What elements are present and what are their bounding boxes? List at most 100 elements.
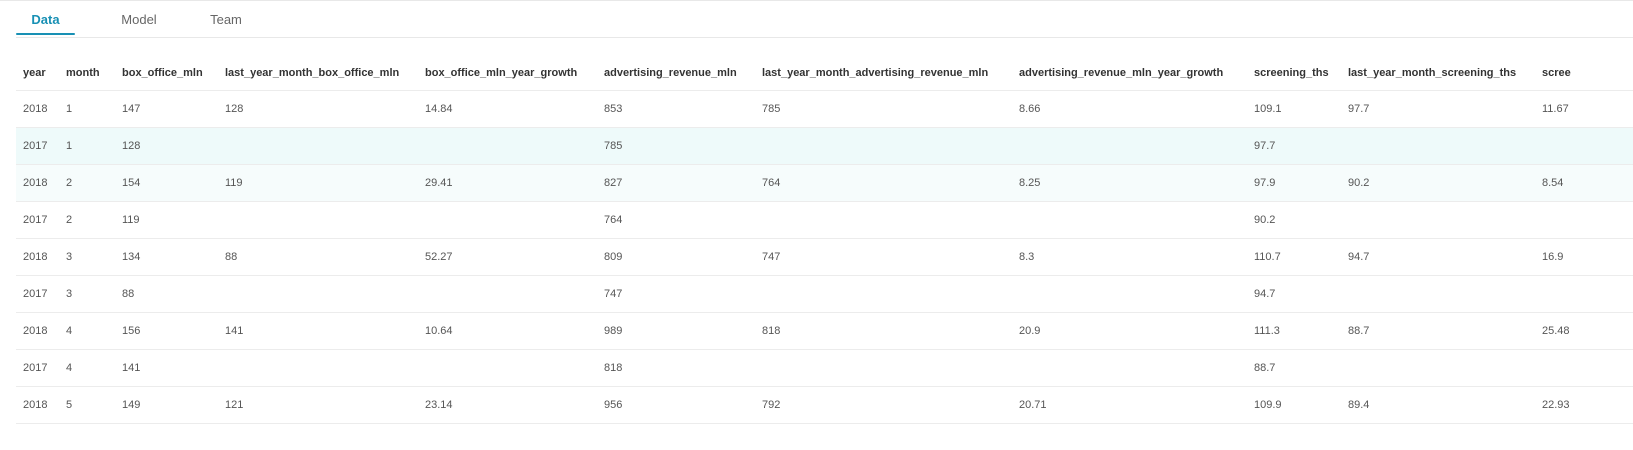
table-cell: 147 bbox=[115, 90, 218, 128]
table-cell: 956 bbox=[597, 386, 755, 424]
table-cell: 156 bbox=[115, 312, 218, 350]
table-cell: 792 bbox=[755, 386, 1012, 424]
table-cell: 128 bbox=[115, 127, 218, 165]
table-row[interactable]: 2018 5 149 121 23.14 956 792 20.71 109.9 89.4 22.9… bbox=[16, 386, 1633, 424]
table-cell bbox=[1012, 127, 1247, 165]
table-row[interactable]: 2018 1 147 128 14.84 853 785 8.66 109.1 97.7 11.67 bbox=[16, 90, 1633, 128]
column-header[interactable]: screening_ths bbox=[1247, 55, 1341, 91]
table-cell: 141 bbox=[218, 312, 418, 350]
table-cell: 764 bbox=[597, 201, 755, 239]
table-cell: 1 bbox=[59, 90, 115, 128]
column-header[interactable]: last_year_month_screening_ths bbox=[1341, 55, 1535, 91]
tab-team[interactable]: Team bbox=[201, 1, 251, 38]
table-row[interactable]: 2018 3 134 88 52.27 809 747 8.3 110.7 94.7 16.9 bbox=[16, 238, 1633, 276]
table-cell bbox=[1535, 275, 1633, 313]
table-header-row: year month box_office_mln last_year_mont… bbox=[16, 55, 1633, 91]
table-cell: 853 bbox=[597, 90, 755, 128]
table-cell: 111.3 bbox=[1247, 312, 1341, 350]
table-cell bbox=[1012, 349, 1247, 387]
table-cell: 8.54 bbox=[1535, 164, 1633, 202]
table-row[interactable]: 2017 2 119 764 90.2 bbox=[16, 201, 1633, 239]
tab-divider bbox=[16, 37, 1633, 38]
table-cell: 90.2 bbox=[1247, 201, 1341, 239]
column-header[interactable]: last_year_month_advertising_revenue_mln bbox=[755, 55, 1012, 91]
table-cell: 23.14 bbox=[418, 386, 597, 424]
table-cell: 89.4 bbox=[1341, 386, 1535, 424]
table-cell: 5 bbox=[59, 386, 115, 424]
table-cell: 747 bbox=[597, 275, 755, 313]
tab-model[interactable]: Model bbox=[107, 1, 171, 38]
table-cell bbox=[418, 201, 597, 239]
table-cell bbox=[1535, 127, 1633, 165]
table-cell: 818 bbox=[755, 312, 1012, 350]
table-cell bbox=[218, 127, 418, 165]
data-table: year month box_office_mln last_year_mont… bbox=[16, 55, 1633, 424]
column-header[interactable]: box_office_mln bbox=[115, 55, 218, 91]
table-cell: 827 bbox=[597, 164, 755, 202]
table-cell bbox=[218, 201, 418, 239]
column-header[interactable]: advertising_revenue_mln_year_growth bbox=[1012, 55, 1247, 91]
column-header[interactable]: year bbox=[16, 55, 59, 91]
column-header[interactable]: month bbox=[59, 55, 115, 91]
table-cell bbox=[1341, 201, 1535, 239]
table-cell: 785 bbox=[755, 90, 1012, 128]
table-row[interactable]: 2017 1 128 785 97.7 bbox=[16, 127, 1633, 165]
tab-data-label: Data bbox=[31, 12, 60, 27]
table-cell: 4 bbox=[59, 312, 115, 350]
table-cell: 10.64 bbox=[418, 312, 597, 350]
tab-data[interactable]: Data bbox=[16, 1, 75, 38]
table-cell: 818 bbox=[597, 349, 755, 387]
table-cell bbox=[418, 127, 597, 165]
table-cell: 2017 bbox=[16, 349, 59, 387]
table-cell: 785 bbox=[597, 127, 755, 165]
table-cell bbox=[1535, 201, 1633, 239]
tab-bar: Data Model Team bbox=[16, 1, 291, 38]
table-cell bbox=[218, 349, 418, 387]
table-cell: 2018 bbox=[16, 90, 59, 128]
table-cell: 88 bbox=[218, 238, 418, 276]
table-cell: 2018 bbox=[16, 164, 59, 202]
table-cell bbox=[1535, 349, 1633, 387]
table-cell: 8.66 bbox=[1012, 90, 1247, 128]
table-row[interactable]: 2017 3 88 747 94.7 bbox=[16, 275, 1633, 313]
table-cell bbox=[1341, 275, 1535, 313]
table-cell: 2018 bbox=[16, 238, 59, 276]
table-cell: 149 bbox=[115, 386, 218, 424]
table-row[interactable]: 2018 2 154 119 29.41 827 764 8.25 97.9 90.2 8.54 bbox=[16, 164, 1633, 202]
table-cell: 141 bbox=[115, 349, 218, 387]
table-cell: 16.9 bbox=[1535, 238, 1633, 276]
column-header[interactable]: scree bbox=[1535, 55, 1633, 91]
table-cell bbox=[755, 201, 1012, 239]
table-row[interactable]: 2017 4 141 818 88.7 bbox=[16, 349, 1633, 387]
table-cell: 97.7 bbox=[1247, 127, 1341, 165]
table-cell: 119 bbox=[218, 164, 418, 202]
table-cell: 29.41 bbox=[418, 164, 597, 202]
table-cell: 1 bbox=[59, 127, 115, 165]
table-cell: 8.25 bbox=[1012, 164, 1247, 202]
table-cell: 2018 bbox=[16, 312, 59, 350]
table-cell: 154 bbox=[115, 164, 218, 202]
table-cell bbox=[755, 127, 1012, 165]
table-cell: 22.93 bbox=[1535, 386, 1633, 424]
table-cell bbox=[1341, 349, 1535, 387]
column-header[interactable]: box_office_mln_year_growth bbox=[418, 55, 597, 91]
table-cell: 764 bbox=[755, 164, 1012, 202]
table-cell: 3 bbox=[59, 238, 115, 276]
tab-model-label: Model bbox=[121, 12, 157, 27]
data-table-container[interactable]: year month box_office_mln last_year_mont… bbox=[16, 55, 1633, 450]
table-cell: 2 bbox=[59, 164, 115, 202]
table-cell bbox=[418, 349, 597, 387]
column-header[interactable]: last_year_month_box_office_mln bbox=[218, 55, 418, 91]
table-cell: 90.2 bbox=[1341, 164, 1535, 202]
table-cell: 52.27 bbox=[418, 238, 597, 276]
table-cell: 121 bbox=[218, 386, 418, 424]
column-header[interactable]: advertising_revenue_mln bbox=[597, 55, 755, 91]
table-cell bbox=[1012, 275, 1247, 313]
table-cell: 25.48 bbox=[1535, 312, 1633, 350]
table-cell: 2017 bbox=[16, 127, 59, 165]
table-cell: 20.9 bbox=[1012, 312, 1247, 350]
table-row[interactable]: 2018 4 156 141 10.64 989 818 20.9 111.3 88.7 25.48 bbox=[16, 312, 1633, 350]
table-cell: 109.9 bbox=[1247, 386, 1341, 424]
table-cell: 88.7 bbox=[1341, 312, 1535, 350]
table-cell: 97.7 bbox=[1341, 90, 1535, 128]
